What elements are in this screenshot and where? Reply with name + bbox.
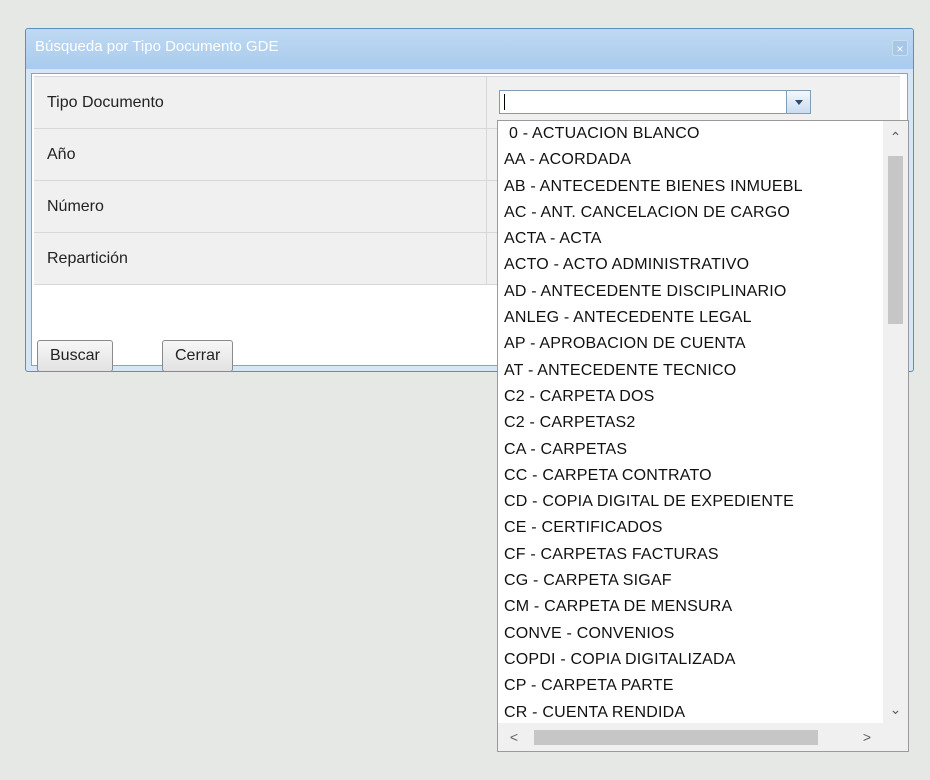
- dropdown-option[interactable]: AP - APROBACION DE CUENTA: [498, 331, 883, 357]
- dropdown-list: 0 - ACTUACION BLANCO AA - ACORDADA AB - AN…: [498, 121, 883, 723]
- dropdown-option[interactable]: CP - CARPETA PARTE: [498, 673, 883, 699]
- dropdown-option[interactable]: C2 - CARPETAS2: [498, 410, 883, 436]
- tipo-documento-dropdown: 0 - ACTUACION BLANCO AA - ACORDADA AB - AN…: [497, 120, 909, 752]
- dropdown-option[interactable]: ACTO - ACTO ADMINISTRATIVO: [498, 252, 883, 278]
- dropdown-option[interactable]: CONVE - CONVENIOS: [498, 621, 883, 647]
- vertical-scrollbar[interactable]: ⌃ ⌄: [883, 121, 908, 723]
- reparticion-label: Repartición: [34, 233, 487, 284]
- scroll-down-icon[interactable]: ⌄: [883, 697, 908, 721]
- dialog-titlebar[interactable]: Búsqueda por Tipo Documento GDE ×: [26, 29, 913, 69]
- dropdown-option[interactable]: ANLEG - ANTECEDENTE LEGAL: [498, 305, 883, 331]
- anio-label: Año: [34, 129, 487, 180]
- dropdown-option[interactable]: CE - CERTIFICADOS: [498, 515, 883, 541]
- dropdown-option[interactable]: CA - CARPETAS: [498, 437, 883, 463]
- search-button[interactable]: Buscar: [37, 340, 113, 372]
- numero-label: Número: [34, 181, 487, 232]
- dropdown-option[interactable]: 0 - ACTUACION BLANCO: [498, 121, 883, 147]
- dropdown-option[interactable]: CR - CUENTA RENDIDA: [498, 700, 883, 723]
- scroll-right-icon[interactable]: >: [855, 723, 879, 751]
- scroll-up-icon[interactable]: ⌃: [883, 125, 908, 149]
- horizontal-scroll-thumb[interactable]: [534, 730, 818, 745]
- close-icon[interactable]: ×: [892, 40, 908, 56]
- dropdown-option[interactable]: AD - ANTECEDENTE DISCIPLINARIO: [498, 279, 883, 305]
- tipo-documento-label: Tipo Documento: [34, 77, 487, 128]
- dropdown-option[interactable]: C2 - CARPETA DOS: [498, 384, 883, 410]
- dropdown-option[interactable]: CD - COPIA DIGITAL DE EXPEDIENTE: [498, 489, 883, 515]
- dropdown-option[interactable]: CC - CARPETA CONTRATO: [498, 463, 883, 489]
- vertical-scroll-thumb[interactable]: [888, 156, 903, 324]
- dropdown-option[interactable]: AA - ACORDADA: [498, 147, 883, 173]
- dialog-title: Búsqueda por Tipo Documento GDE: [35, 38, 279, 55]
- dropdown-option[interactable]: CM - CARPETA DE MENSURA: [498, 594, 883, 620]
- dropdown-option[interactable]: AC - ANT. CANCELACION DE CARGO: [498, 200, 883, 226]
- chevron-down-icon[interactable]: [786, 91, 810, 113]
- dropdown-option[interactable]: COPDI - COPIA DIGITALIZADA: [498, 647, 883, 673]
- scroll-left-icon[interactable]: <: [502, 723, 526, 751]
- scrollbar-corner: [883, 723, 908, 751]
- horizontal-scrollbar[interactable]: < >: [498, 723, 883, 751]
- close-button[interactable]: Cerrar: [162, 340, 234, 372]
- tipo-documento-combobox[interactable]: [499, 90, 811, 114]
- dropdown-option[interactable]: CF - CARPETAS FACTURAS: [498, 542, 883, 568]
- dropdown-option[interactable]: AB - ANTECEDENTE BIENES INMUEBL: [498, 174, 883, 200]
- dropdown-option[interactable]: AT - ANTECEDENTE TECNICO: [498, 358, 883, 384]
- text-caret: [504, 94, 505, 110]
- dropdown-option[interactable]: CG - CARPETA SIGAF: [498, 568, 883, 594]
- dropdown-option[interactable]: ACTA - ACTA: [498, 226, 883, 252]
